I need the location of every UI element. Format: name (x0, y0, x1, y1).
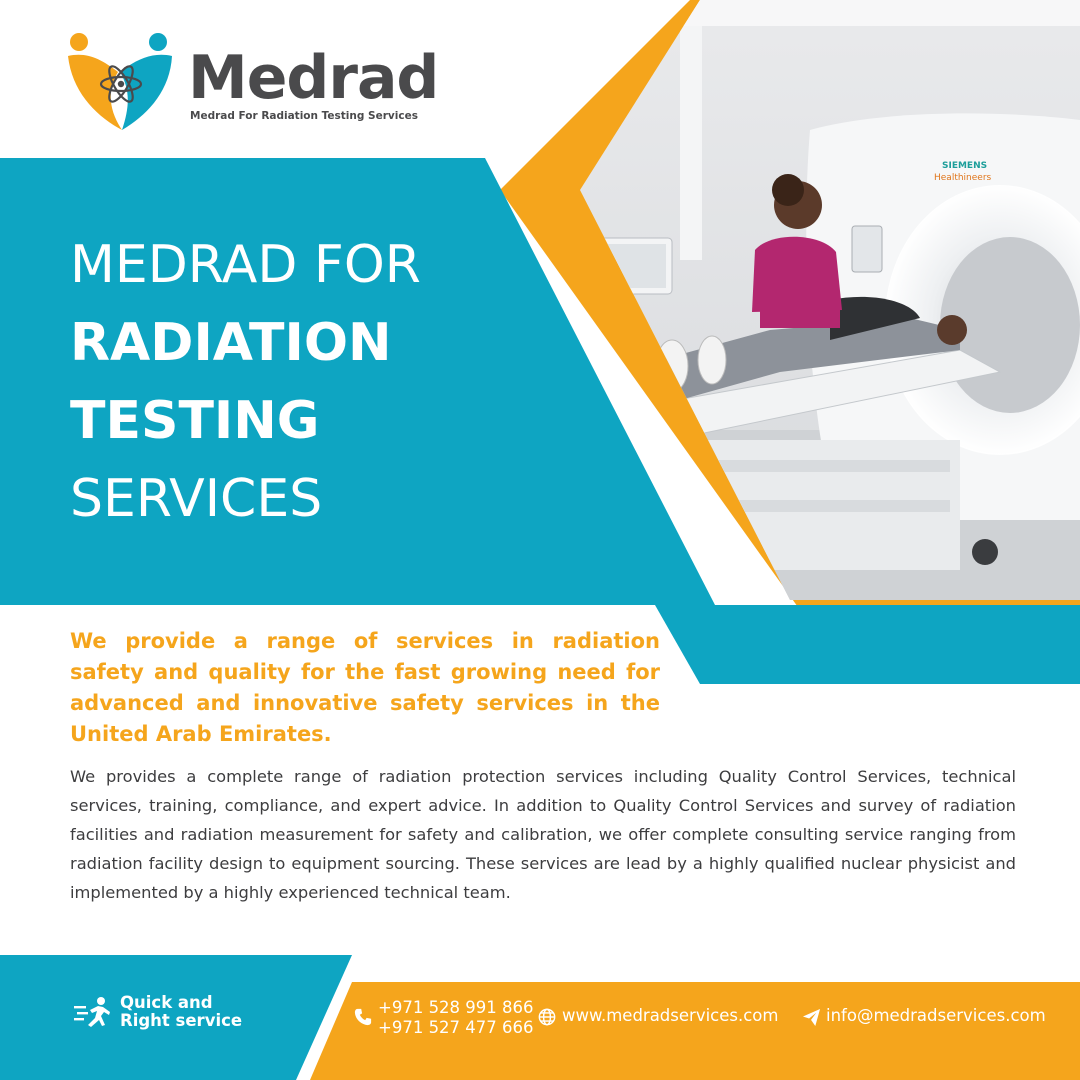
quick-service-badge: Quick and Right service (74, 994, 324, 1038)
healthineers-label: Healthineers (934, 173, 992, 183)
brand-logo[interactable]: Medrad Medrad For Radiation Testing Serv… (66, 32, 439, 132)
phone-contact[interactable]: +971 528 991 866 +971 527 477 666 (354, 998, 534, 1038)
website-link[interactable]: www.medradservices.com (562, 1006, 778, 1025)
lead-paragraph: We provide a range of services in radiat… (70, 629, 660, 746)
atom-people-heart-logo-icon (68, 33, 172, 130)
headline-line-1: MEDRAD FOR (70, 235, 421, 295)
phone-number-1[interactable]: +971 528 991 866 (378, 998, 534, 1017)
email-link[interactable]: info@medradservices.com (826, 1006, 1046, 1025)
body-paragraph: We provides a complete range of radiatio… (70, 767, 1016, 902)
headline: MEDRAD FOR RADIATION TESTING SERVICES (70, 226, 490, 538)
headline-line-2: RADIATION (70, 313, 392, 373)
brand-name: Medrad (188, 43, 439, 113)
paper-plane-icon (802, 1008, 821, 1027)
teal-lead-strip (655, 605, 1080, 684)
siemens-label: SIEMENS (942, 161, 987, 171)
phone-icon (354, 1008, 372, 1026)
globe-icon (538, 1008, 556, 1026)
headline-line-4: SERVICES (70, 469, 323, 529)
poster: Medrad Medrad For Radiation Testing Serv… (0, 0, 1080, 1080)
headline-line-3: TESTING (70, 391, 320, 451)
quick-line-2: Right service (120, 1011, 243, 1030)
phone-number-2[interactable]: +971 527 477 666 (378, 1018, 534, 1037)
brand-tagline: Medrad For Radiation Testing Services (190, 110, 418, 122)
running-person-icon (74, 997, 110, 1027)
website-contact[interactable]: www.medradservices.com (538, 998, 798, 1038)
email-contact[interactable]: info@medradservices.com (802, 998, 1072, 1038)
mri-scanner-photo: SIEMENS Healthineers (580, 0, 1080, 600)
quick-line-1: Quick and (120, 993, 213, 1012)
